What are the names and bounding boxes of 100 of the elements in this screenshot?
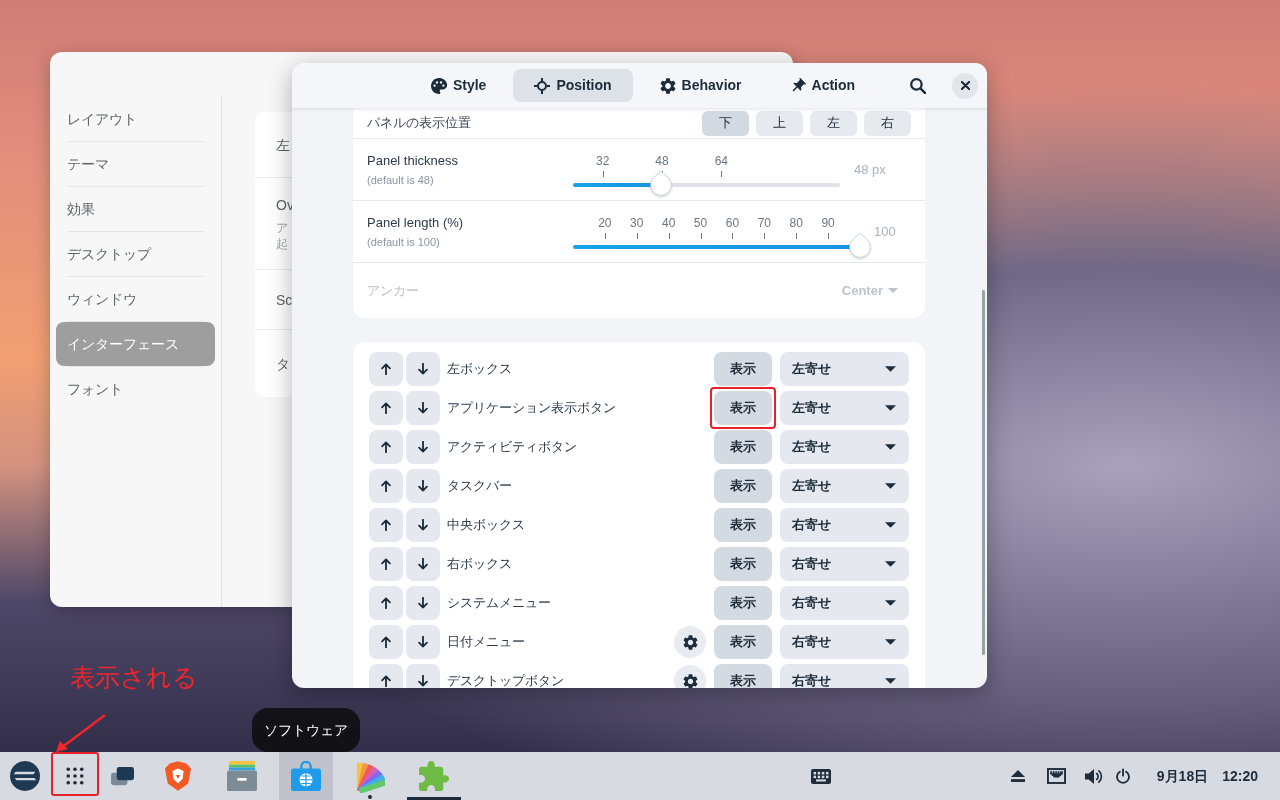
move-up-button[interactable]: [369, 391, 403, 425]
setting-title: タ: [276, 354, 290, 373]
annotation-text: 表示される: [70, 662, 198, 692]
show-button[interactable]: 表示: [714, 469, 772, 503]
move-up-button[interactable]: [369, 430, 403, 464]
arrow-down-icon: [418, 519, 428, 531]
date-label[interactable]: 9月18日: [1156, 765, 1209, 787]
move-down-button[interactable]: [406, 547, 440, 581]
close-button[interactable]: [952, 72, 978, 99]
show-button[interactable]: 表示: [714, 352, 772, 386]
slider-thumb[interactable]: [849, 231, 871, 258]
arrow-down-icon: [418, 558, 428, 570]
tick-mark: [764, 232, 766, 239]
tick-label: 20: [598, 215, 612, 230]
move-up-button[interactable]: [369, 352, 403, 386]
arrow-down-icon: [418, 363, 428, 375]
tick-mark: [668, 232, 670, 239]
show-button[interactable]: 表示: [714, 625, 772, 659]
search-icon: [910, 77, 926, 94]
tab[interactable]: Style: [409, 69, 508, 102]
power-icon[interactable]: [1115, 768, 1130, 784]
sidebar-item[interactable]: レイアウト: [56, 97, 215, 141]
alignment-dropdown[interactable]: 右寄せ: [780, 625, 909, 659]
sidebar-item[interactable]: 効果: [56, 187, 215, 231]
show-button[interactable]: 表示: [714, 586, 772, 620]
settings-button[interactable]: [674, 665, 706, 688]
arrow-up-icon: [381, 363, 391, 375]
caret-icon: [885, 522, 896, 528]
arrow-up-icon: [381, 519, 391, 531]
alignment-dropdown[interactable]: 左寄せ: [780, 430, 909, 464]
caret-icon: [885, 600, 896, 606]
move-down-button[interactable]: [406, 508, 440, 542]
show-button[interactable]: 表示: [714, 508, 772, 542]
arrow-up-icon: [381, 402, 391, 414]
sidebar-item[interactable]: デスクトップ: [56, 232, 215, 276]
ethernet-port-icon[interactable]: [1046, 768, 1066, 784]
tick-label: 90: [821, 215, 835, 230]
keyboard-icon[interactable]: [810, 768, 831, 784]
sidebar-item[interactable]: フォント: [56, 367, 215, 411]
tick-label: 64: [714, 153, 728, 168]
move-down-button[interactable]: [406, 664, 440, 688]
alignment-dropdown[interactable]: 左寄せ: [780, 469, 909, 503]
arrow-down-icon: [418, 597, 428, 609]
speaker-icon[interactable]: [1084, 767, 1103, 785]
move-down-button[interactable]: [406, 625, 440, 659]
slider-value: 48 px: [854, 160, 886, 179]
tab[interactable]: Position: [513, 69, 633, 102]
logo-icon: [10, 761, 40, 791]
show-button[interactable]: 表示: [714, 664, 772, 688]
move-down-button[interactable]: [406, 469, 440, 503]
show-button[interactable]: 表示: [714, 391, 772, 425]
tab[interactable]: Action: [768, 69, 877, 102]
move-up-button[interactable]: [369, 664, 403, 688]
sidebar-item[interactable]: ウィンドウ: [56, 277, 215, 321]
move-up-button[interactable]: [369, 586, 403, 620]
move-down-button[interactable]: [406, 352, 440, 386]
component-label: 右ボックス: [447, 555, 513, 574]
alignment-dropdown[interactable]: 右寄せ: [780, 586, 909, 620]
app-grid-icon: [66, 767, 84, 785]
sidebar-item[interactable]: テーマ: [56, 142, 215, 186]
position-option[interactable]: 上: [756, 110, 803, 136]
move-up-button[interactable]: [369, 547, 403, 581]
tick-mark: [796, 232, 798, 239]
stacked-windows-icon: [110, 766, 134, 786]
component-label: 中央ボックス: [447, 516, 526, 535]
caret-icon: [885, 366, 896, 372]
clock-label[interactable]: 12:20: [1222, 765, 1258, 787]
eject-icon[interactable]: [1010, 770, 1025, 782]
move-down-button[interactable]: [406, 586, 440, 620]
gear-icon: [682, 634, 698, 650]
caret-icon: [885, 483, 896, 489]
move-down-button[interactable]: [406, 391, 440, 425]
move-down-button[interactable]: [406, 430, 440, 464]
alignment-dropdown[interactable]: 右寄せ: [780, 508, 909, 542]
move-up-button[interactable]: [369, 625, 403, 659]
alignment-dropdown[interactable]: 右寄せ: [780, 547, 909, 581]
search-button[interactable]: [909, 76, 927, 95]
move-up-button[interactable]: [369, 508, 403, 542]
alignment-dropdown[interactable]: 右寄せ: [780, 664, 909, 688]
show-button[interactable]: 表示: [714, 547, 772, 581]
component-label: 日付メニュー: [447, 633, 526, 652]
alignment-dropdown[interactable]: 左寄せ: [780, 352, 909, 386]
caret-icon: [885, 678, 896, 684]
scrollbar[interactable]: [982, 290, 985, 655]
slider-thumb[interactable]: [650, 169, 673, 196]
settings-button[interactable]: [674, 626, 706, 658]
caret-icon: [885, 444, 896, 450]
position-option[interactable]: 下: [702, 110, 749, 136]
alignment-dropdown[interactable]: 左寄せ: [780, 391, 909, 425]
position-option[interactable]: 右: [864, 110, 911, 136]
arrow-down-icon: [418, 480, 428, 492]
arrow-up-icon: [381, 558, 391, 570]
move-up-button[interactable]: [369, 469, 403, 503]
setting-label: パネルの表示位置: [367, 114, 471, 133]
show-button[interactable]: 表示: [714, 430, 772, 464]
component-label: アクティビティボタン: [447, 438, 578, 457]
gear-icon: [659, 77, 676, 94]
position-option[interactable]: 左: [810, 110, 857, 136]
tab[interactable]: Behavior: [638, 69, 763, 102]
component-label: タスクバー: [447, 477, 513, 496]
